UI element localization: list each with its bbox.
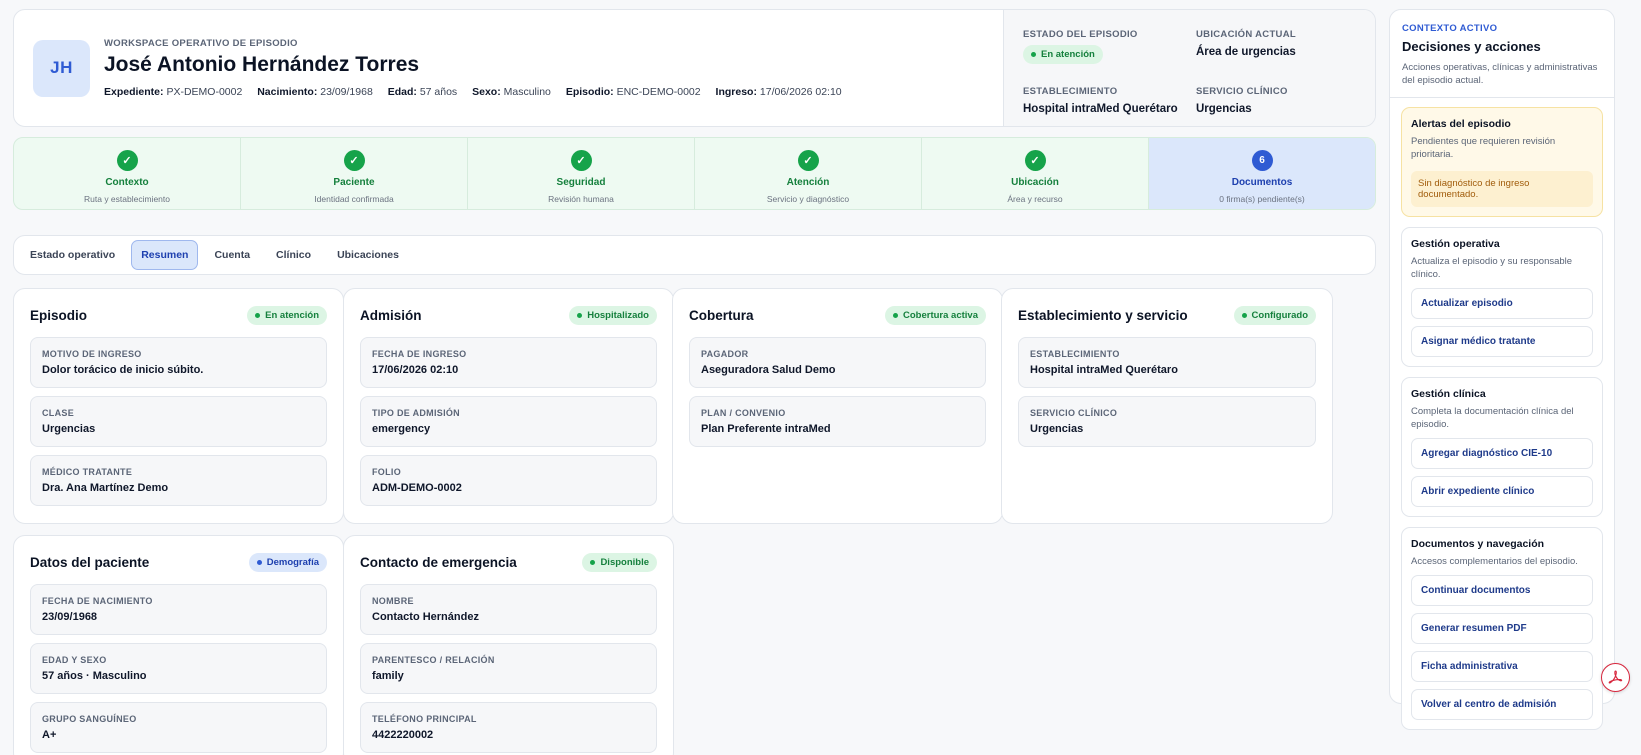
- alerts-box: Alertas del episodio Pendientes que requ…: [1401, 107, 1603, 217]
- tab-estado-operativo[interactable]: Estado operativo: [20, 240, 125, 270]
- workspace-eyebrow: WORKSPACE OPERATIVO DE EPISODIO: [104, 38, 298, 49]
- field-fecha-ingreso: FECHA DE INGRESO 17/06/2026 02:10: [360, 337, 657, 388]
- step-documentos[interactable]: 6 Documentos 0 firma(s) pendiente(s): [1149, 138, 1375, 209]
- continuar-documentos-button[interactable]: Continuar documentos: [1411, 575, 1593, 606]
- ficha-administrativa-button[interactable]: Ficha administrativa: [1411, 651, 1593, 682]
- status-dot-icon: [255, 312, 261, 318]
- status-dot-icon: [256, 559, 262, 565]
- patient-meta: Expediente: PX-DEMO-0002 Nacimiento: 23/…: [104, 86, 854, 98]
- status-badge: Disponible: [582, 552, 657, 572]
- section-tabs: Estado operativo Resumen Cuenta Clínico …: [13, 235, 1376, 275]
- alert-message: Sin diagnóstico de ingreso documentado.: [1411, 171, 1593, 207]
- meta-ingreso: Ingreso: 17/06/2026 02:10: [715, 86, 842, 98]
- volver-centro-admision-button[interactable]: Volver al centro de admisión: [1411, 689, 1593, 720]
- status-badge: Hospitalizado: [569, 305, 657, 325]
- agregar-diagnostico-button[interactable]: Agregar diagnóstico CIE-10: [1411, 438, 1593, 469]
- card-title: Episodio: [30, 307, 87, 323]
- check-icon: ✓: [797, 150, 819, 171]
- check-icon: ✓: [116, 150, 138, 171]
- status-badge: En atención: [247, 305, 327, 325]
- clinical-service: SERVICIO CLÍNICO Urgencias: [1196, 85, 1288, 115]
- tab-resumen[interactable]: Resumen: [131, 240, 199, 270]
- tab-cuenta[interactable]: Cuenta: [204, 240, 260, 270]
- status-dot-icon: [893, 312, 899, 318]
- episode-summary: ESTADO DEL EPISODIO En atención UBICACIÓ…: [1003, 10, 1375, 126]
- field-fecha-nacimiento: FECHA DE NACIMIENTO 23/09/1968: [30, 584, 327, 635]
- patient-name: José Antonio Hernández Torres: [104, 53, 420, 76]
- card-title: Contacto de emergencia: [360, 554, 517, 570]
- card-establecimiento: Establecimiento y servicio Configurado E…: [1001, 288, 1333, 524]
- current-location: UBICACIÓN ACTUAL Área de urgencias: [1196, 29, 1296, 58]
- meta-edad: Edad: 57 años: [387, 86, 458, 98]
- field-clase: CLASE Urgencias: [30, 396, 327, 447]
- field-telefono: TELÉFONO PRINCIPAL 4422220002: [360, 702, 657, 753]
- field-nombre-contacto: NOMBRE Contacto Hernández: [360, 584, 657, 635]
- status-dot-icon: [590, 559, 596, 565]
- card-title: Establecimiento y servicio: [1018, 307, 1188, 323]
- avatar: JH: [33, 39, 90, 97]
- card-title: Cobertura: [689, 307, 754, 323]
- divider: [1390, 97, 1614, 98]
- status-badge: Configurado: [1233, 305, 1316, 325]
- step-number-icon: 6: [1251, 150, 1273, 171]
- generar-resumen-pdf-button[interactable]: Generar resumen PDF: [1411, 613, 1593, 644]
- field-pagador: PAGADOR Aseguradora Salud Demo: [689, 337, 986, 388]
- status-dot-icon: [1241, 312, 1247, 318]
- patient-info: WORKSPACE OPERATIVO DE EPISODIO José Ant…: [104, 38, 854, 98]
- status-badge: Demografía: [248, 552, 327, 572]
- tab-ubicaciones[interactable]: Ubicaciones: [327, 240, 409, 270]
- card-title: Datos del paciente: [30, 554, 150, 570]
- check-icon: ✓: [343, 150, 365, 171]
- check-icon: ✓: [1024, 150, 1046, 171]
- field-parentesco: PARENTESCO / RELACIÓN family: [360, 643, 657, 694]
- check-icon: ✓: [570, 150, 592, 171]
- card-datos-paciente: Datos del paciente Demografía FECHA DE N…: [13, 535, 344, 755]
- field-servicio-clinico: SERVICIO CLÍNICO Urgencias: [1018, 396, 1316, 447]
- abrir-expediente-button[interactable]: Abrir expediente clínico: [1411, 476, 1593, 507]
- documentos-navegacion-box: Documentos y navegación Accesos compleme…: [1401, 527, 1603, 730]
- actualizar-episodio-button[interactable]: Actualizar episodio: [1411, 288, 1593, 319]
- status-dot-icon: [577, 312, 583, 318]
- panel-title: Decisiones y acciones: [1402, 39, 1541, 54]
- episode-stepper: ✓ Contexto Ruta y establecimiento ✓ Paci…: [13, 137, 1376, 210]
- card-title: Admisión: [360, 307, 422, 323]
- status-dot-icon: [1031, 52, 1036, 57]
- field-edad-sexo: EDAD Y SEXO 57 años · Masculino: [30, 643, 327, 694]
- patient-header: JH WORKSPACE OPERATIVO DE EPISODIO José …: [13, 9, 1376, 127]
- context-panel: CONTEXTO ACTIVO Decisiones y acciones Ac…: [1389, 9, 1615, 730]
- card-cobertura: Cobertura Cobertura activa PAGADOR Asegur…: [672, 288, 1003, 524]
- field-establecimiento: ESTABLECIMIENTO Hospital intraMed Queréta…: [1018, 337, 1316, 388]
- asignar-medico-button[interactable]: Asignar médico tratante: [1411, 326, 1593, 357]
- field-tipo-admision: TIPO DE ADMISIÓN emergency: [360, 396, 657, 447]
- status-badge: En atención: [1023, 45, 1103, 64]
- card-admision: Admisión Hospitalizado FECHA DE INGRESO 1…: [343, 288, 674, 524]
- step-atencion[interactable]: ✓ Atención Servicio y diagnóstico: [695, 138, 922, 209]
- step-seguridad[interactable]: ✓ Seguridad Revisión humana: [468, 138, 695, 209]
- tab-clinico[interactable]: Clínico: [266, 240, 321, 270]
- pdf-viewer-button[interactable]: [1601, 663, 1630, 692]
- establishment: ESTABLECIMIENTO Hospital intraMed Querét…: [1023, 85, 1178, 115]
- meta-episodio: Episodio: ENC-DEMO-0002: [565, 86, 701, 98]
- meta-nacimiento: Nacimiento: 23/09/1968: [257, 86, 373, 98]
- panel-description: Acciones operativas, clínicas y administ…: [1402, 62, 1598, 86]
- pdf-icon: [1608, 670, 1623, 684]
- card-contacto-emergencia: Contacto de emergencia Disponible NOMBRE…: [343, 535, 674, 755]
- field-motivo-ingreso: MOTIVO DE INGRESO Dolor torácico de inici…: [30, 337, 327, 388]
- field-folio: FOLIO ADM-DEMO-0002: [360, 455, 657, 506]
- field-plan-convenio: PLAN / CONVENIO Plan Preferente intraMed: [689, 396, 986, 447]
- episode-status: ESTADO DEL EPISODIO En atención: [1023, 29, 1196, 76]
- step-ubicacion[interactable]: ✓ Ubicación Área y recurso: [922, 138, 1149, 209]
- panel-eyebrow: CONTEXTO ACTIVO: [1402, 23, 1498, 34]
- step-contexto[interactable]: ✓ Contexto Ruta y establecimiento: [14, 138, 241, 209]
- gestion-operativa-box: Gestión operativa Actualiza el episodio …: [1401, 227, 1603, 367]
- field-medico-tratante: MÉDICO TRATANTE Dra. Ana Martínez Demo: [30, 455, 327, 506]
- card-episodio: Episodio En atención MOTIVO DE INGRESO Do…: [13, 288, 344, 524]
- meta-sexo: Sexo: Masculino: [472, 86, 551, 98]
- status-badge: Cobertura activa: [885, 305, 986, 325]
- field-grupo-sanguineo: GRUPO SANGUÍNEO A+: [30, 702, 327, 753]
- patient-identity: JH WORKSPACE OPERATIVO DE EPISODIO José …: [14, 10, 1003, 126]
- step-paciente[interactable]: ✓ Paciente Identidad confirmada: [241, 138, 468, 209]
- gestion-clinica-box: Gestión clínica Completa la documentació…: [1401, 377, 1603, 517]
- meta-expediente: Expediente: PX-DEMO-0002: [104, 86, 243, 98]
